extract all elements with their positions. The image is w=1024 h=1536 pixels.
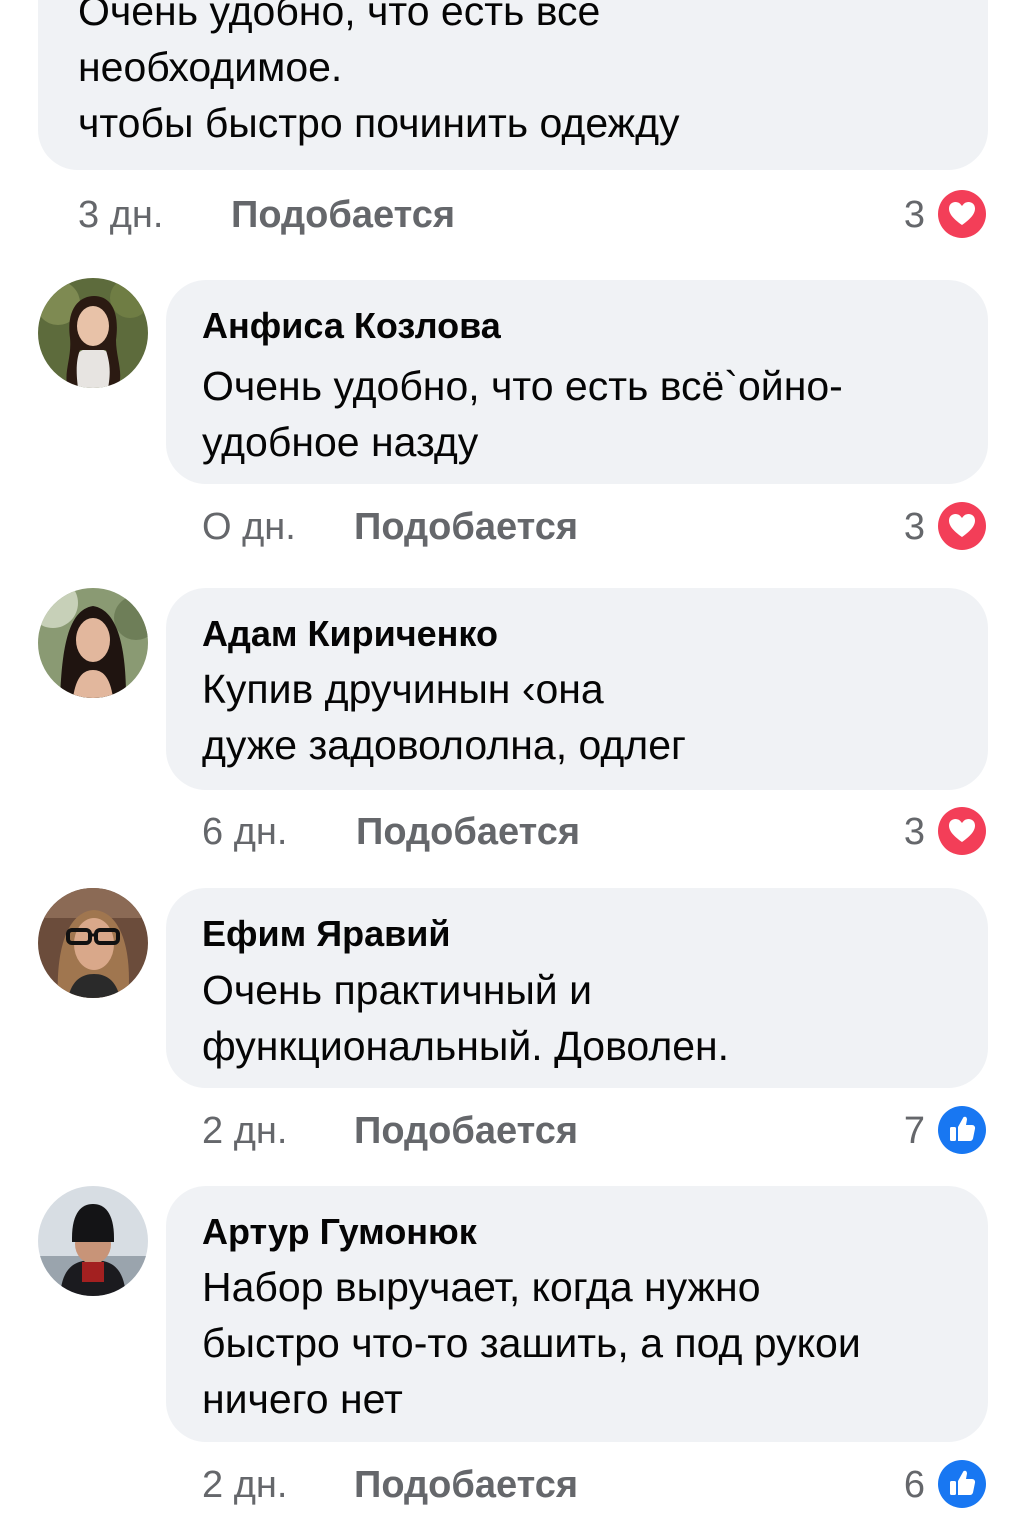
comment-meta: 3 дн. Подобается 3 xyxy=(0,190,1024,240)
reaction-count[interactable]: 3 xyxy=(885,502,925,552)
comment-bubble[interactable]: Адам Кириченко Купив дручинын ‹она дуже … xyxy=(166,588,988,790)
comment-time[interactable]: 3 дн. xyxy=(78,190,163,240)
comment-text: Очень удобно, что есть всё`ойно- удобное… xyxy=(202,363,843,465)
reaction-count[interactable]: 7 xyxy=(885,1106,925,1156)
comment-meta: 6 дн. Подобается 3 xyxy=(0,807,1024,857)
like-button[interactable]: Подобается xyxy=(354,1106,578,1156)
comment-author[interactable]: Ефим Яравий xyxy=(202,912,451,956)
thumbs-up-icon[interactable] xyxy=(938,1460,986,1508)
comment-author[interactable]: Адам Кириченко xyxy=(202,612,498,656)
comment-bubble[interactable]: Артур Гумонюк Набор выручает, когда нужн… xyxy=(166,1186,988,1442)
heart-icon[interactable] xyxy=(938,190,986,238)
comment-text: Купив дручинын ‹она дуже задовололна, од… xyxy=(202,666,686,768)
comment-author[interactable]: Артур Гумонюк xyxy=(202,1210,477,1254)
reaction-count[interactable]: 3 xyxy=(885,807,925,857)
avatar[interactable] xyxy=(38,278,148,388)
comment-bubble[interactable]: Очень удобно, что есть все необходимое. … xyxy=(38,0,988,170)
comment-bubble[interactable]: Анфиса Козлова Очень удобно, что есть вс… xyxy=(166,280,988,484)
reaction-count[interactable]: 6 xyxy=(885,1460,925,1510)
comment-text: Набор выручает, когда нужно быстро что-т… xyxy=(202,1264,861,1422)
heart-icon[interactable] xyxy=(938,502,986,550)
like-button[interactable]: Подобается xyxy=(354,502,578,552)
comment-meta: 2 дн. Подобается 7 xyxy=(0,1106,1024,1156)
avatar[interactable] xyxy=(38,1186,148,1296)
comment-time[interactable]: 6 дн. xyxy=(202,807,287,857)
comment-time[interactable]: 2 дн. xyxy=(202,1460,287,1510)
comment-meta: О дн. Подобается 3 xyxy=(0,502,1024,552)
comment-bubble[interactable]: Ефим Яравий Очень практичный и функциона… xyxy=(166,888,988,1088)
comment-feed: Очень удобно, что есть все необходимое. … xyxy=(0,0,1024,1536)
comment-author[interactable]: Анфиса Козлова xyxy=(202,304,501,348)
reaction-count[interactable]: 3 xyxy=(885,190,925,240)
comment-time[interactable]: 2 дн. xyxy=(202,1106,287,1156)
like-button[interactable]: Подобается xyxy=(354,1460,578,1510)
avatar[interactable] xyxy=(38,588,148,698)
like-button[interactable]: Подобается xyxy=(356,807,580,857)
comment-meta: 2 дн. Подобается 6 xyxy=(0,1460,1024,1510)
avatar[interactable] xyxy=(38,888,148,998)
heart-icon[interactable] xyxy=(938,807,986,855)
like-button[interactable]: Подобается xyxy=(231,190,455,240)
comment-text: Очень практичный и функциональный. Довол… xyxy=(202,967,730,1069)
comment-time[interactable]: О дн. xyxy=(202,502,296,552)
thumbs-up-icon[interactable] xyxy=(938,1106,986,1154)
comment-text: Очень удобно, что есть все необходимое. … xyxy=(78,0,680,146)
